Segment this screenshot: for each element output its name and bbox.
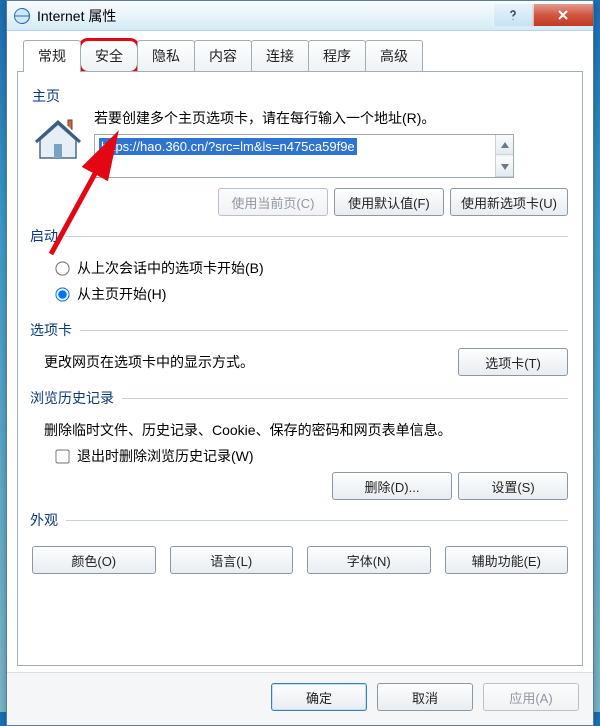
accessibility-button[interactable]: 辅助功能(E) [445,546,569,574]
startup-label: 启动 [30,226,66,246]
scroll-up-icon[interactable] [496,135,513,155]
tab-programs[interactable]: 程序 [308,40,366,72]
help-button[interactable] [493,4,533,26]
ok-button[interactable]: 确定 [271,683,367,711]
colors-button[interactable]: 颜色(O) [32,546,156,574]
close-button[interactable] [533,4,593,26]
homepage-url-input[interactable]: https://hao.360.cn/?src=lm&ls=n475ca59f9… [95,135,495,177]
ie-options-icon [13,7,31,25]
startup-last-session-text: 从上次会话中的选项卡开始(B) [77,258,264,278]
homepage-label: 主页 [32,86,568,106]
languages-button[interactable]: 语言(L) [170,546,294,574]
delete-on-exit-checkbox[interactable]: 退出时删除浏览历史记录(W) [56,446,568,466]
tab-connections[interactable]: 连接 [251,40,309,72]
history-label: 浏览历史记录 [30,388,122,408]
startup-home-radio[interactable]: 从主页开始(H) [56,284,568,304]
use-default-button[interactable]: 使用默认值(F) [334,188,444,216]
homepage-hint: 若要创建多个主页选项卡，请在每行输入一个地址(R)。 [94,108,568,128]
tab-advanced[interactable]: 高级 [365,40,423,72]
use-current-button[interactable]: 使用当前页(C) [218,188,328,216]
apply-button[interactable]: 应用(A) [483,683,579,711]
startup-last-session-radio[interactable]: 从上次会话中的选项卡开始(B) [56,258,568,278]
tab-privacy[interactable]: 隐私 [137,40,195,72]
fonts-button[interactable]: 字体(N) [307,546,431,574]
history-settings-button[interactable]: 设置(S) [458,472,568,500]
homepage-url-value: https://hao.360.cn/?src=lm&ls=n475ca59f9… [99,138,357,155]
tabs-section-label: 选项卡 [30,320,80,340]
window-title: Internet 属性 [37,6,493,26]
delete-history-button[interactable]: 删除(D)... [332,472,452,500]
cancel-button[interactable]: 取消 [377,683,473,711]
tab-general[interactable]: 常规 [23,40,81,72]
tabs-section-desc: 更改网页在选项卡中的显示方式。 [44,352,254,372]
tab-security[interactable]: 安全 [80,40,138,72]
textarea-scrollbar[interactable] [495,135,513,177]
scroll-down-icon[interactable] [496,157,513,177]
tab-content[interactable]: 内容 [194,40,252,72]
appearance-label: 外观 [30,510,66,530]
delete-on-exit-text: 退出时删除浏览历史记录(W) [77,446,254,466]
tabs-settings-button[interactable]: 选项卡(T) [458,348,568,376]
startup-home-text: 从主页开始(H) [77,284,166,304]
home-icon [32,112,84,164]
use-newtab-button[interactable]: 使用新选项卡(U) [450,188,568,216]
history-desc: 删除临时文件、历史记录、Cookie、保存的密码和网页表单信息。 [44,420,568,440]
